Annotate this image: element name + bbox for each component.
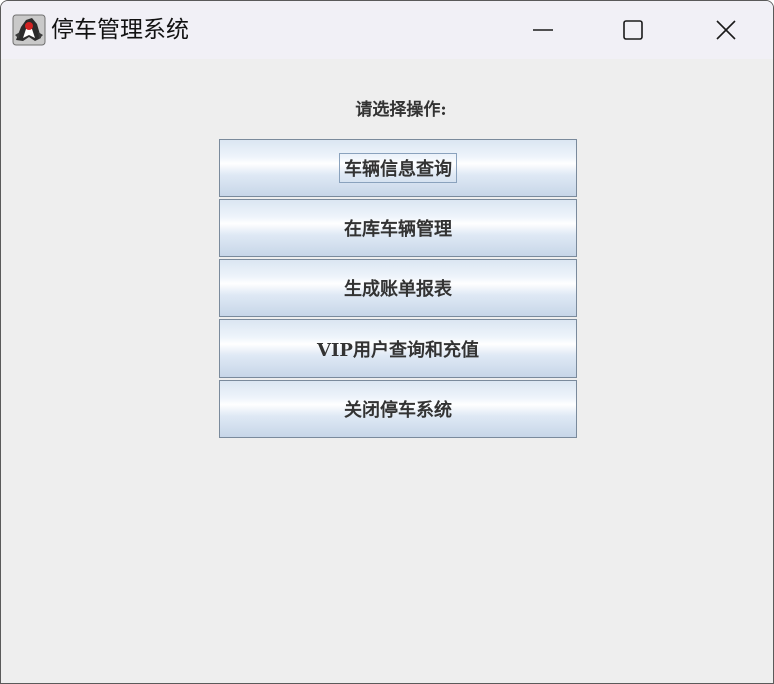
generate-bill-report-button[interactable]: 生成账单报表 xyxy=(219,259,577,317)
minimize-icon xyxy=(532,19,554,41)
close-icon xyxy=(715,19,737,41)
vehicle-info-query-button[interactable]: 车辆信息查询 xyxy=(219,139,577,197)
close-button[interactable] xyxy=(681,1,771,59)
maximize-button[interactable] xyxy=(588,1,678,59)
button-label: 车辆信息查询 xyxy=(339,153,457,183)
minimize-button[interactable] xyxy=(498,1,588,59)
window-title: 停车管理系统 xyxy=(51,17,189,43)
button-label: 在库车辆管理 xyxy=(344,219,452,240)
parked-vehicle-management-button[interactable]: 在库车辆管理 xyxy=(219,199,577,257)
button-label: VIP用户查询和充值 xyxy=(317,339,479,361)
java-duke-icon xyxy=(12,14,46,46)
button-label: 生成账单报表 xyxy=(344,279,452,300)
title-bar[interactable]: 停车管理系统 xyxy=(1,1,773,59)
vip-query-recharge-button[interactable]: VIP用户查询和充值 xyxy=(219,319,577,378)
app-window: 停车管理系统 请选择操作: 车辆信息查询 在库车辆管理 生成账单报表 VIP用户… xyxy=(0,0,774,684)
main-panel: 请选择操作: 车辆信息查询 在库车辆管理 生成账单报表 VIP用户查询和充值 关… xyxy=(1,59,773,683)
button-label: 关闭停车系统 xyxy=(344,400,452,421)
close-system-button[interactable]: 关闭停车系统 xyxy=(219,380,577,438)
maximize-icon xyxy=(622,19,644,41)
prompt-label: 请选择操作: xyxy=(355,100,447,120)
